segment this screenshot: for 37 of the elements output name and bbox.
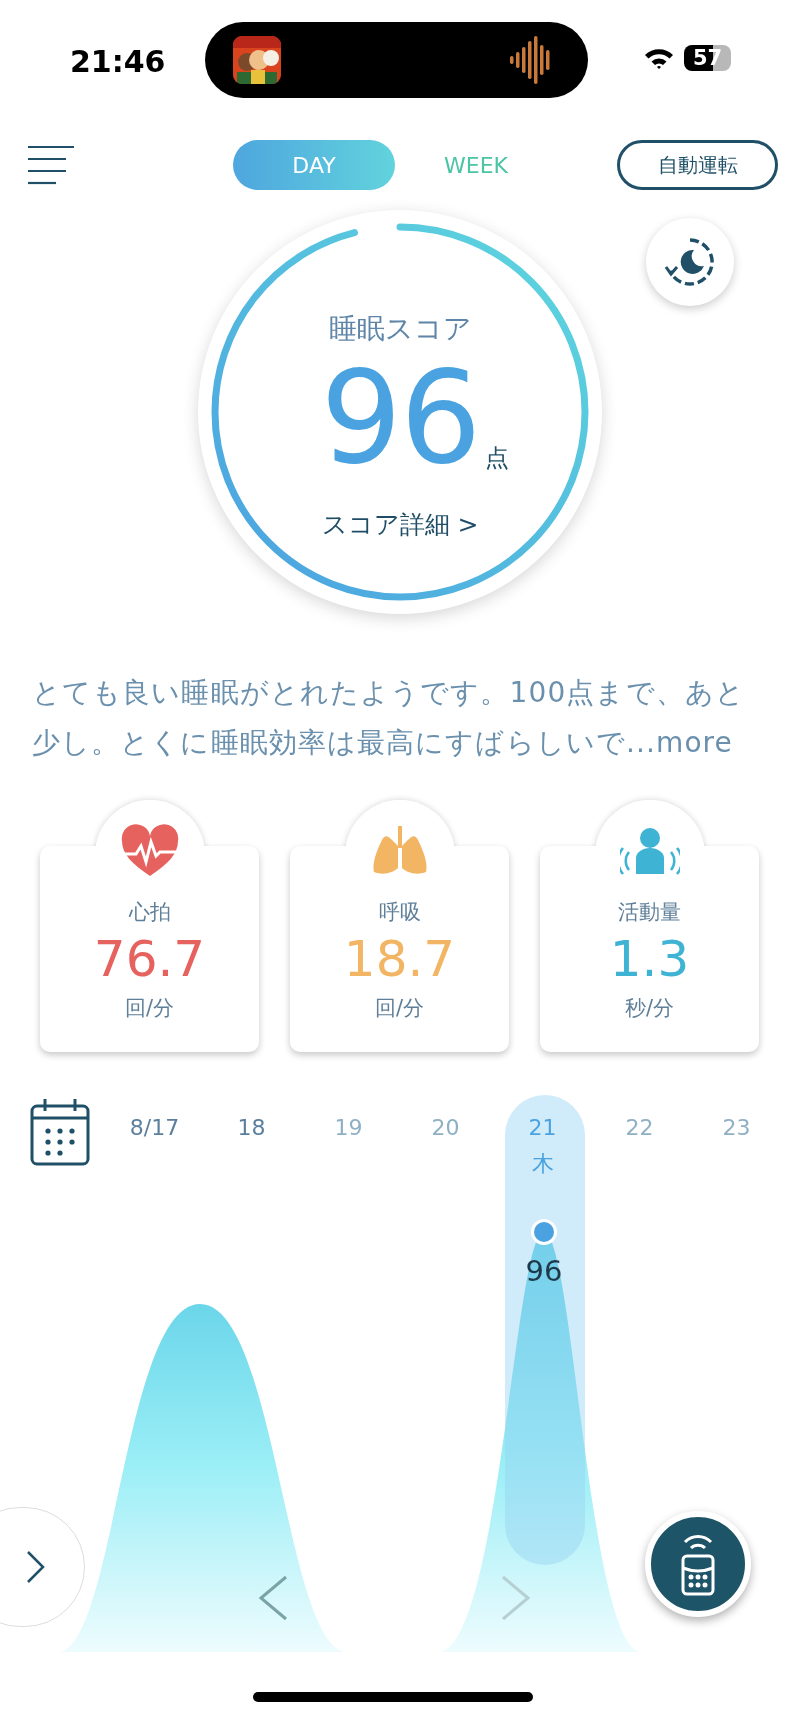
metric-unit: 秒/分	[624, 995, 675, 1022]
metric-value: 18.7	[343, 930, 456, 988]
view-tab[interactable]: DAY	[233, 140, 395, 190]
metric-unit: 回/分	[124, 995, 175, 1022]
score-title: 睡眠スコア	[328, 311, 472, 347]
summary-text: とても良い睡眠がとれたようです。100点まで、あと少し。とくに睡眠効率は最高にすばらしいで...more	[32, 675, 746, 761]
moon-cycle-icon[interactable]	[664, 236, 716, 288]
metric-label: 心拍	[128, 899, 171, 926]
wifi-icon[interactable]	[644, 47, 674, 69]
score-point	[531, 1219, 557, 1245]
date-label[interactable]: 8/17	[129, 1112, 180, 1144]
menu-icon[interactable]	[28, 145, 74, 185]
date-label[interactable]: 22	[625, 1112, 654, 1144]
date-label[interactable]: 20	[431, 1112, 460, 1144]
metric-value: 1.3	[609, 930, 690, 988]
clock-time: 21:46	[69, 43, 167, 79]
calendar-icon[interactable]	[30, 1097, 90, 1167]
metric-unit: 回/分	[374, 995, 425, 1022]
more-link[interactable]: ...more	[626, 726, 733, 759]
metric-label: 活動量	[618, 899, 681, 926]
score-point-label: 96	[524, 1254, 564, 1288]
date-label[interactable]: 21	[528, 1112, 557, 1144]
date-label[interactable]: 18	[237, 1112, 266, 1144]
score-unit: 点	[485, 443, 510, 474]
date-label[interactable]: 23	[722, 1112, 751, 1144]
weekday-label: 木	[531, 1150, 554, 1178]
heartbeat-icon[interactable]	[119, 824, 180, 878]
chevron-right-icon[interactable]	[26, 1550, 46, 1584]
auto-mode-button[interactable]: 自動運転	[617, 140, 778, 190]
score-detail-link[interactable]: スコア詳細 >	[321, 508, 479, 541]
date-label[interactable]: 19	[334, 1112, 363, 1144]
score-value: 96	[320, 348, 480, 488]
view-tab[interactable]: WEEK	[395, 140, 557, 190]
metric-label: 呼吸	[378, 899, 421, 926]
sleep-history-button[interactable]	[646, 218, 734, 306]
waveform-icon[interactable]	[510, 35, 550, 85]
metric-value: 76.7	[93, 930, 206, 988]
